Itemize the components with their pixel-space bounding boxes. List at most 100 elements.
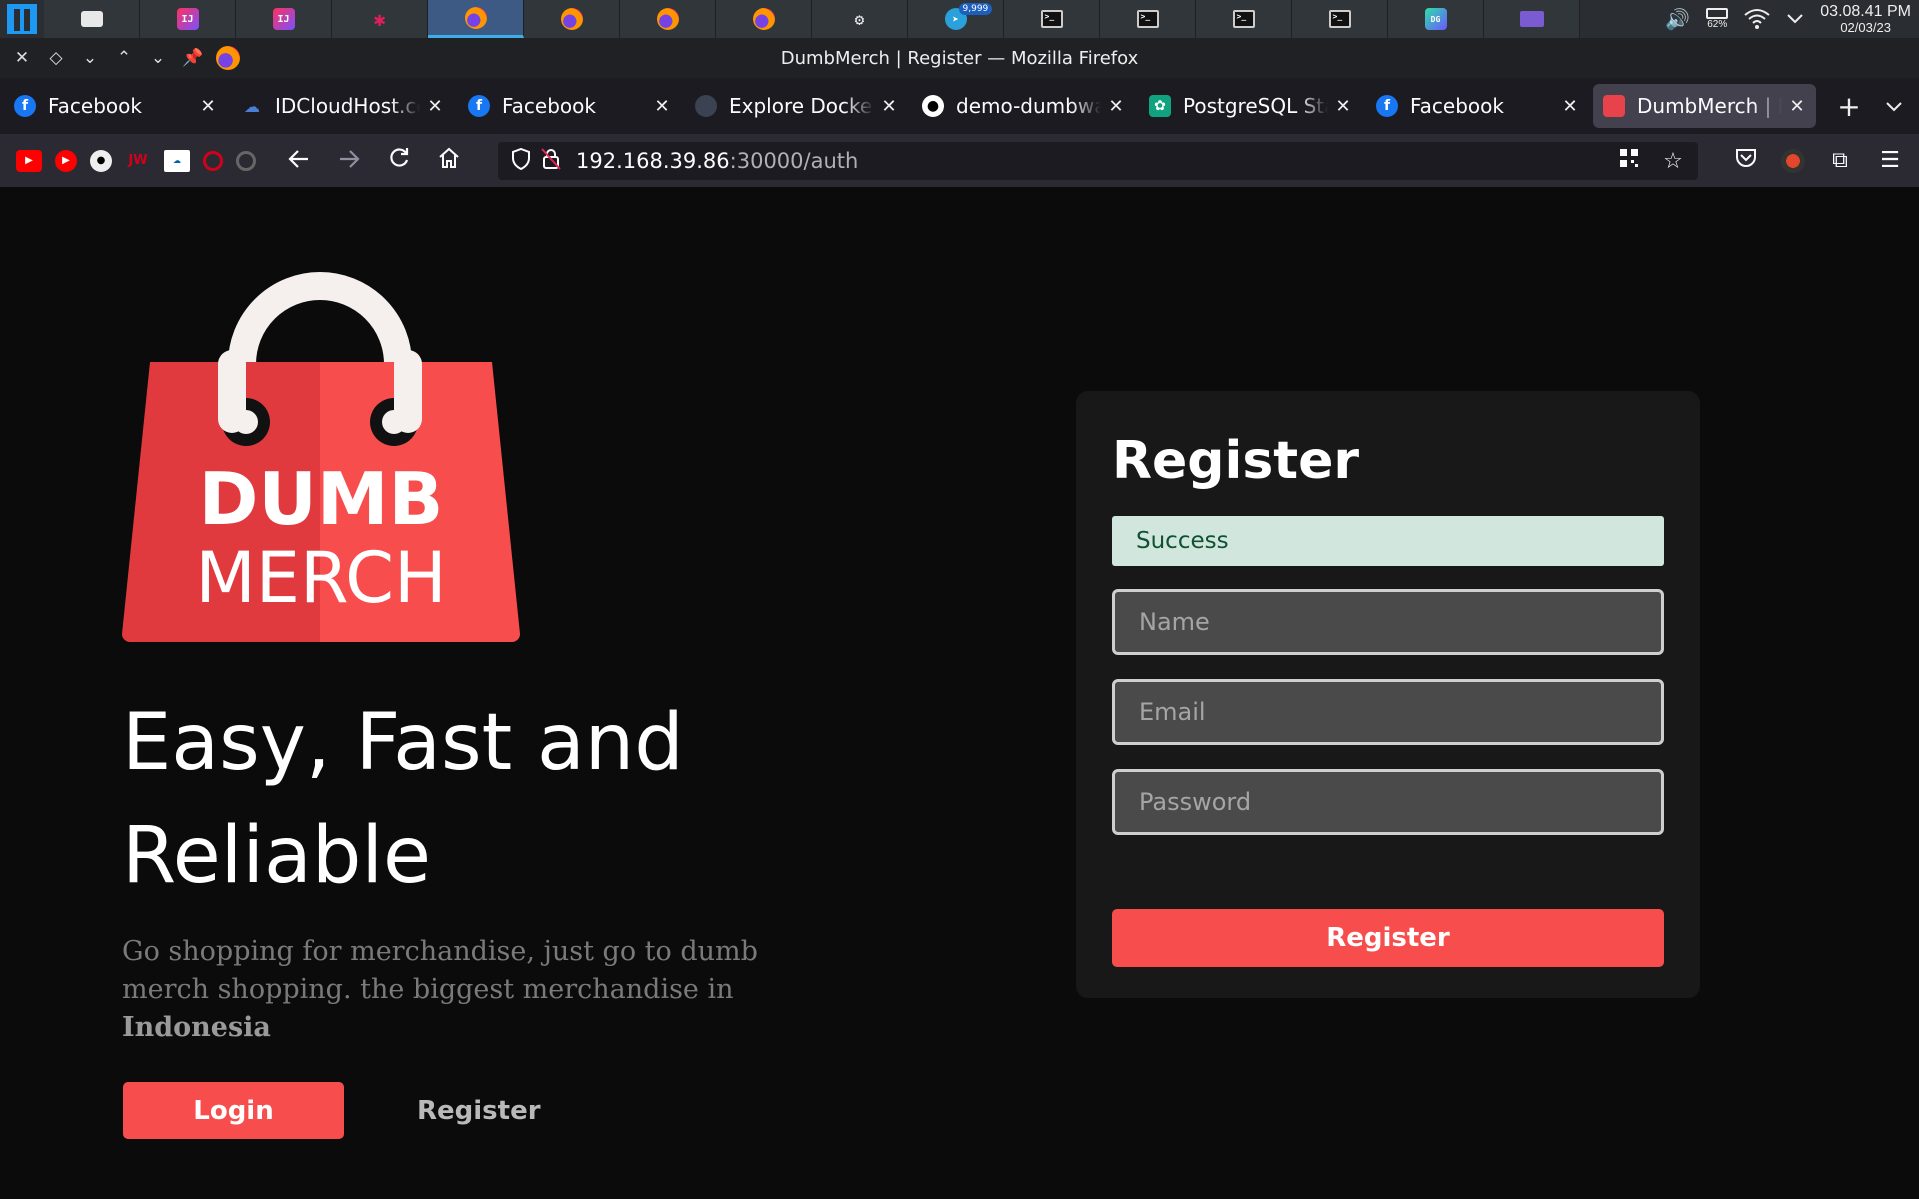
close-icon[interactable]: ✕ [1788,96,1806,117]
close-icon[interactable]: ✕ [1561,96,1579,117]
toolbar-right: ⧉ ☰ [1731,134,1919,187]
diamond-icon[interactable]: ◇ [46,48,66,68]
datagrip-icon: DG [1424,8,1447,30]
terminal-icon: >_ [1040,10,1063,28]
pin-icon[interactable]: 📌 [182,48,203,68]
youtube-music-bookmark-icon[interactable]: ▶ [55,149,77,172]
facebook-icon: f [14,95,36,117]
tab-label: Facebook [1410,94,1504,118]
close-icon[interactable]: ✕ [1107,96,1125,117]
task-telegram[interactable]: ➤ 9,999 [908,0,1004,38]
address-bar[interactable]: 192.168.39.86:30000/auth ☆ [498,142,1698,180]
facebook-icon: f [1376,95,1398,117]
password-input[interactable] [1112,769,1664,835]
tab-label: Facebook [502,94,596,118]
reload-icon[interactable] [379,147,419,175]
extensions-puzzle-icon[interactable]: ⧉ [1825,148,1855,173]
task-datagrip[interactable]: DG [1388,0,1484,38]
manjaro-logo-icon [7,4,37,34]
tab-postgresql[interactable]: ✿ PostgreSQL Start ✕ [1139,84,1362,128]
task-intellij-2[interactable]: IJ [236,0,332,38]
tab-facebook-2[interactable]: f Facebook ✕ [458,84,681,128]
github-bookmark-icon[interactable]: ● [90,149,112,172]
intellij-icon: IJ [176,8,199,30]
register-submit-button[interactable]: Register [1112,909,1664,967]
close-icon[interactable]: ✕ [880,96,898,117]
cloudflare-bookmark-icon[interactable]: ☁ [164,149,190,172]
taskbar: IJ IJ ✱ ⚙ ➤ 9,999 >_ >_ >_ >_ DG 🔊 62% 0… [0,0,1919,38]
name-input[interactable] [1112,589,1664,655]
cloud-icon: ☁ [244,96,260,116]
task-file-manager[interactable] [44,0,140,38]
task-terminal-4[interactable]: >_ [1292,0,1388,38]
tab-github[interactable]: ● demo-dumbways ✕ [912,84,1135,128]
chevron-down-icon[interactable]: ⌄ [80,48,100,68]
insecure-lock-icon[interactable] [536,147,566,175]
volume-icon[interactable]: 🔊 [1665,7,1690,31]
logo-text-merch: MERCH [195,537,446,619]
tab-facebook-1[interactable]: f Facebook ✕ [4,84,227,128]
task-firefox-2[interactable] [524,0,620,38]
task-terminal-2[interactable]: >_ [1100,0,1196,38]
register-link-button[interactable]: Register [417,1082,541,1139]
window-titlebar: ✕ ◇ ⌄ ⌃ ⌄ 📌 DumbMerch | Register — Mozil… [0,38,1919,78]
hero-headline: Easy, Fast and Reliable [122,698,684,901]
double-chevron-down-icon[interactable]: ⌄ [148,48,168,68]
bookmark-star-icon[interactable]: ☆ [1658,149,1688,174]
new-tab-button[interactable]: + [1834,90,1864,123]
task-screen[interactable] [1484,0,1580,38]
battery-indicator[interactable]: 62% [1706,8,1729,30]
task-slack[interactable]: ✱ [332,0,428,38]
url-text[interactable]: 192.168.39.86:30000/auth [576,149,858,173]
wifi-icon[interactable] [1744,8,1770,30]
chevron-down-icon[interactable] [1786,13,1804,25]
close-icon[interactable]: ✕ [12,48,32,68]
app-launcher-button[interactable] [0,0,44,38]
success-alert: Success [1112,516,1664,566]
task-firefox-4[interactable] [716,0,812,38]
task-firefox-3[interactable] [620,0,716,38]
clock[interactable]: 03.08.41 PM 02/03/23 [1820,3,1911,35]
youtube-bookmark-icon[interactable]: ▶ [16,149,42,172]
tab-idcloudhost[interactable]: ☁ IDCloudHost.com ✕ [231,84,454,128]
email-input[interactable] [1112,679,1664,745]
pocket-icon[interactable] [1731,148,1761,174]
tab-label: demo-dumbways [956,94,1101,118]
qr-code-icon[interactable] [1614,148,1644,174]
tab-label: PostgreSQL Start [1183,94,1328,118]
list-all-tabs-button[interactable] [1885,94,1903,118]
tab-facebook-3[interactable]: f Facebook ✕ [1366,84,1589,128]
hero-subtext: Go shopping for merchandise, just go to … [122,933,842,1047]
register-card: Register Success Register [1076,391,1700,998]
forward-arrow-icon[interactable] [329,147,369,175]
close-icon[interactable]: ✕ [199,96,217,117]
telegram-icon: ➤ 9,999 [944,3,993,30]
task-terminal-3[interactable]: >_ [1196,0,1292,38]
shield-icon[interactable] [506,147,536,175]
grey-hex-bookmark-icon[interactable] [236,150,256,171]
tab-dumbmerch-active[interactable]: DumbMerch | Register ✕ [1593,84,1816,128]
login-button[interactable]: Login [123,1082,344,1139]
tab-docker[interactable]: Explore Docker ✕ [685,84,908,128]
url-path: :30000/auth [729,149,859,173]
window-title: DumbMerch | Register — Mozilla Firefox [780,47,1139,69]
terminal-icon: >_ [1136,10,1159,28]
task-firefox-active[interactable] [428,0,524,38]
task-manager: IJ IJ ✱ ⚙ ➤ 9,999 >_ >_ >_ >_ DG [44,0,1580,38]
close-icon[interactable]: ✕ [1334,96,1352,117]
hamburger-menu-icon[interactable]: ☰ [1875,148,1905,173]
url-host: 192.168.39.86 [576,149,730,173]
home-icon[interactable] [429,147,469,175]
account-avatar-icon[interactable] [1781,148,1805,173]
close-icon[interactable]: ✕ [653,96,671,117]
jw-bookmark-icon[interactable]: JW [125,150,151,172]
firefox-icon [560,8,583,30]
red-circle-bookmark-icon[interactable] [203,150,223,171]
back-arrow-icon[interactable] [279,147,319,175]
task-intellij-1[interactable]: IJ [140,0,236,38]
hero-subtext-bold: Indonesia [122,1012,271,1043]
double-chevron-up-icon[interactable]: ⌃ [114,48,134,68]
task-settings[interactable]: ⚙ [812,0,908,38]
task-terminal-1[interactable]: >_ [1004,0,1100,38]
close-icon[interactable]: ✕ [426,96,444,117]
